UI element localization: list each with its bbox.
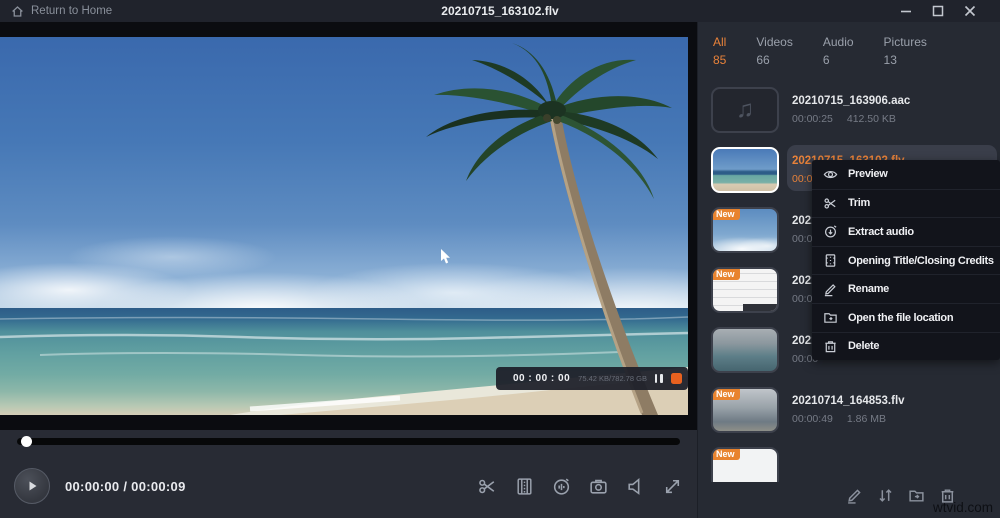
menu-item-trim[interactable]: Trim	[812, 189, 1000, 218]
context-menu: Preview Trim Extract audio Opening Title…	[812, 160, 1000, 360]
credits-button[interactable]	[514, 476, 535, 497]
home-icon	[11, 5, 24, 18]
play-button[interactable]	[14, 468, 50, 504]
pencil-icon	[812, 282, 848, 297]
new-badge: New	[711, 207, 740, 220]
video-thumbnail	[711, 147, 779, 193]
pause-button[interactable]	[655, 374, 663, 383]
new-badge: New	[711, 267, 740, 280]
tab-all[interactable]: All 85	[713, 35, 726, 67]
open-folder-button[interactable]	[908, 487, 925, 504]
scissors-icon	[812, 196, 848, 211]
video-stage: 00 : 00 : 00 75.42 KB/782.78 GB	[0, 22, 697, 430]
stop-button[interactable]	[671, 373, 682, 384]
audio-thumbnail: ♫	[711, 87, 779, 133]
tab-videos[interactable]: Videos 66	[756, 35, 792, 67]
video-thumbnail	[711, 327, 779, 373]
play-icon	[25, 479, 39, 493]
extract-audio-icon	[812, 224, 848, 239]
trash-icon	[812, 339, 848, 354]
snapshot-button[interactable]	[588, 476, 609, 497]
scissors-icon	[477, 476, 498, 497]
player-controls-bar: 00:00:00 / 00:00:09	[0, 430, 697, 518]
list-item[interactable]: New	[698, 440, 1000, 482]
audio-extract-icon	[551, 476, 572, 497]
menu-item-extract-audio[interactable]: Extract audio	[812, 217, 1000, 246]
menu-item-preview[interactable]: Preview	[812, 160, 1000, 189]
recording-size-info: 75.42 KB/782.78 GB	[578, 374, 647, 383]
film-strip-icon	[514, 476, 535, 497]
speaker-icon	[625, 476, 646, 497]
minimize-button[interactable]	[900, 5, 912, 17]
file-size: 1.86 MB	[847, 413, 886, 425]
film-frame-icon	[812, 253, 848, 268]
return-home-label: Return to Home	[31, 5, 112, 17]
window-controls	[900, 5, 1000, 17]
sort-button[interactable]	[877, 487, 894, 504]
time-display: 00:00:00 / 00:00:09	[65, 479, 186, 494]
expand-arrow-icon	[662, 476, 683, 497]
folder-open-icon	[812, 310, 848, 325]
seek-handle[interactable]	[21, 436, 32, 447]
recording-time: 00 : 00 : 00	[513, 373, 570, 384]
window-title: 20210715_163102.flv	[0, 4, 1000, 18]
new-badge: New	[711, 447, 740, 460]
music-note-icon: ♫	[736, 96, 754, 124]
close-button[interactable]	[964, 5, 976, 17]
file-duration: 00:00:25	[792, 113, 833, 125]
app-window: Return to Home 20210715_163102.flv	[0, 0, 1000, 518]
menu-item-delete[interactable]: Delete	[812, 332, 1000, 361]
beach-palm-graphic	[0, 37, 688, 415]
new-badge: New	[711, 387, 740, 400]
video-thumbnail: New	[711, 387, 779, 433]
video-thumbnail: New	[711, 207, 779, 253]
tab-pictures[interactable]: Pictures 13	[884, 35, 927, 67]
file-size: 412.50 KB	[847, 113, 896, 125]
recording-toolbar: 00 : 00 : 00 75.42 KB/782.78 GB	[496, 367, 688, 390]
video-thumbnail: New	[711, 267, 779, 313]
video-frame[interactable]: 00 : 00 : 00 75.42 KB/782.78 GB	[0, 37, 688, 415]
file-duration: 00:00:49	[792, 413, 833, 425]
mouse-cursor	[440, 249, 452, 265]
stop-icon	[671, 373, 682, 384]
seek-bar[interactable]	[17, 438, 680, 445]
menu-item-credits[interactable]: Opening Title/Closing Credits	[812, 246, 1000, 275]
file-name: 20210715_163906.aac	[792, 95, 910, 107]
folder-open-icon	[908, 487, 925, 504]
volume-button[interactable]	[625, 476, 646, 497]
filter-tabs: All 85 Videos 66 Audio 6 Pictures 13	[698, 22, 1000, 67]
camera-icon	[588, 476, 609, 497]
tab-audio[interactable]: Audio 6	[823, 35, 854, 67]
rename-button[interactable]	[846, 487, 863, 504]
menu-item-rename[interactable]: Rename	[812, 274, 1000, 303]
title-bar: Return to Home 20210715_163102.flv	[0, 0, 1000, 22]
trim-button[interactable]	[477, 476, 498, 497]
sort-arrows-icon	[877, 487, 894, 504]
return-home-button[interactable]: Return to Home	[0, 5, 112, 18]
eye-icon	[812, 167, 848, 182]
maximize-button[interactable]	[932, 5, 944, 17]
video-thumbnail: New	[711, 447, 779, 482]
extract-audio-button[interactable]	[551, 476, 572, 497]
watermark: wtvid.com	[933, 500, 993, 515]
list-item[interactable]: New 20210714_164853.flv 00:00:49 1.86 MB	[698, 380, 1000, 440]
menu-item-open-location[interactable]: Open the file location	[812, 303, 1000, 332]
player-pane: 00 : 00 : 00 75.42 KB/782.78 GB	[0, 22, 697, 518]
fullscreen-button[interactable]	[662, 476, 683, 497]
file-name: 20210714_164853.flv	[792, 395, 905, 407]
list-item[interactable]: ♫ 20210715_163906.aac 00:00:25 412.50 KB	[698, 80, 1000, 140]
pencil-icon	[846, 487, 863, 504]
